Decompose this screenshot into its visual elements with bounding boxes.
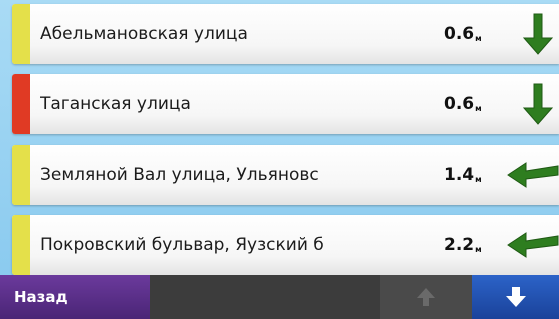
list-item[interactable]: Земляной Вал улица, Ульяновс 1.4м — [12, 145, 559, 205]
list-item[interactable]: Таганская улица 0.6м — [12, 74, 559, 134]
distance-value: 0.6 — [444, 24, 475, 44]
scroll-up-button[interactable] — [380, 275, 472, 319]
arrow-down-icon — [505, 287, 526, 307]
traffic-stripe — [12, 4, 30, 64]
distance-value: 0.6 — [444, 94, 475, 114]
arrow-up-icon — [417, 288, 435, 306]
distance-value: 2.2 — [444, 235, 475, 255]
arrow-left-icon — [507, 232, 559, 258]
traffic-stripe — [12, 74, 30, 134]
distance-unit: м — [475, 34, 482, 43]
distance: 1.4м — [444, 145, 482, 205]
distance-unit: м — [475, 175, 482, 184]
distance-unit: м — [475, 245, 482, 254]
street-name: Таганская улица — [40, 94, 191, 114]
street-name: Покровский бульвар, Яузский б — [40, 235, 324, 255]
street-name: Земляной Вал улица, Ульяновс — [40, 165, 319, 185]
arrow-down-icon — [522, 83, 554, 125]
street-name: Абельмановская улица — [40, 24, 248, 44]
arrow-down-icon — [522, 13, 554, 55]
distance: 0.6м — [444, 74, 482, 134]
traffic-stripe — [12, 145, 30, 205]
distance-value: 1.4 — [444, 165, 475, 185]
turn-list-screen: Абельмановская улица 0.6м Таганская улиц… — [0, 0, 559, 319]
scroll-down-button[interactable] — [472, 275, 559, 319]
back-button[interactable]: Назад — [0, 275, 150, 319]
distance-unit: м — [475, 104, 482, 113]
bottom-toolbar: Назад — [0, 275, 559, 319]
arrow-left-icon — [507, 162, 559, 188]
traffic-stripe — [12, 215, 30, 275]
distance: 2.2м — [444, 215, 482, 275]
distance: 0.6м — [444, 4, 482, 64]
list-item[interactable]: Покровский бульвар, Яузский б 2.2м — [12, 215, 559, 275]
list-item[interactable]: Абельмановская улица 0.6м — [12, 4, 559, 64]
